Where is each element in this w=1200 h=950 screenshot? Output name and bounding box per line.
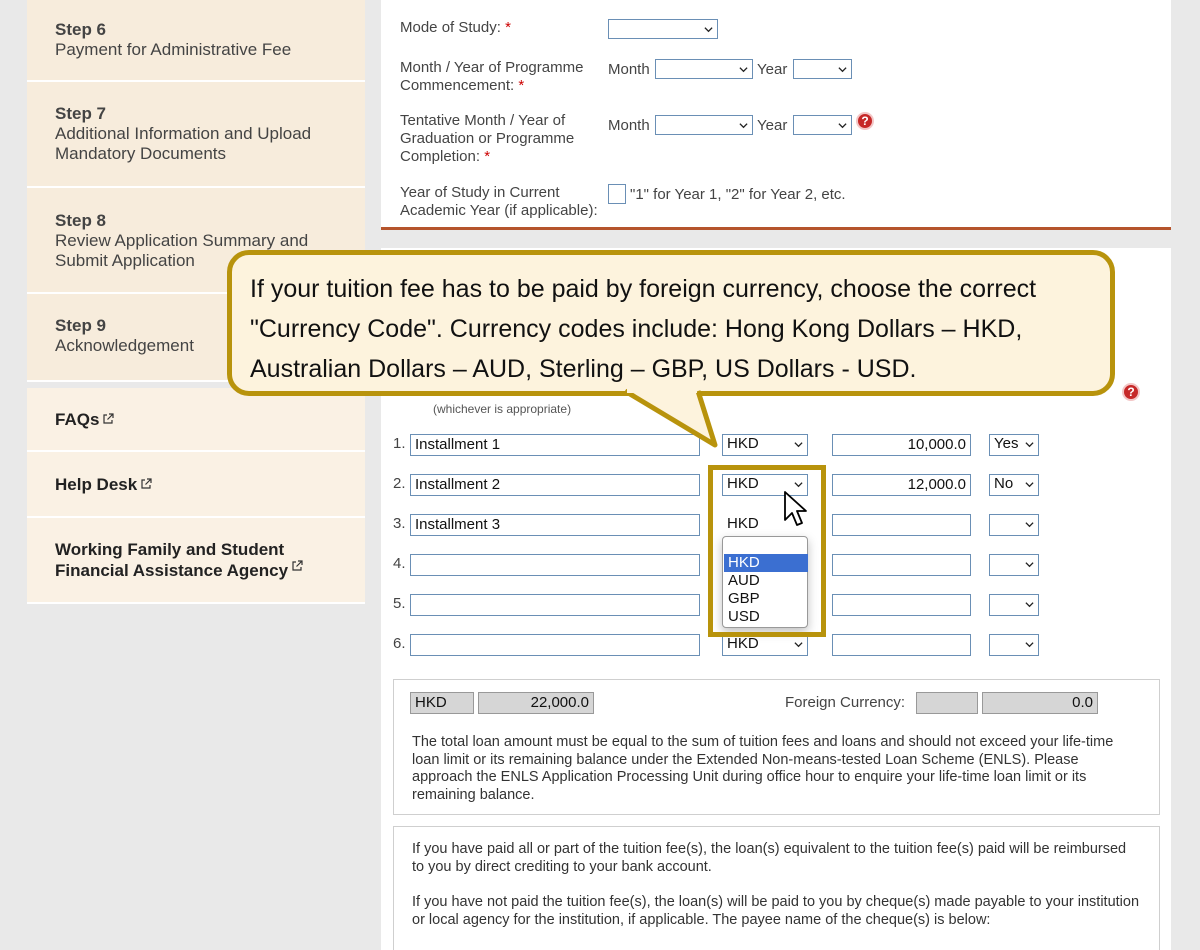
loan-limit-note: The total loan amount must be equal to t… (412, 734, 1114, 803)
foreign-currency-field (916, 692, 978, 714)
installment-name-input[interactable] (410, 554, 700, 576)
paid-select[interactable] (989, 554, 1039, 576)
faqs-link[interactable]: FAQs (27, 388, 365, 452)
installment-name-input[interactable]: Installment 2 (410, 474, 700, 496)
instruction-callout: If your tuition fee has to be paid by fo… (227, 250, 1115, 396)
chevron-down-icon (1025, 562, 1034, 568)
appropriate-note: (whichever is appropriate) (433, 402, 572, 416)
foreign-currency-label: Foreign Currency: (785, 694, 906, 711)
paid-select[interactable]: No (989, 474, 1039, 496)
row-number: 6. (393, 635, 406, 652)
callout-pointer (623, 385, 718, 448)
callout-text: If your tuition fee has to be paid by fo… (250, 275, 1037, 383)
paid-select[interactable] (989, 594, 1039, 616)
chevron-down-icon (1025, 442, 1034, 448)
wfsfaa-link[interactable]: Working Family and Student Financial Ass… (27, 518, 365, 604)
amount-input[interactable] (832, 634, 971, 656)
commencement-label: Month / Year of Programme Commencement: … (400, 59, 584, 94)
chevron-down-icon (1025, 642, 1034, 648)
external-link-icon (103, 413, 115, 424)
currency-select[interactable]: HKD (722, 434, 808, 456)
year-label: Year (757, 117, 788, 134)
mouse-cursor-icon (784, 491, 807, 526)
installment-name-input[interactable] (410, 634, 700, 656)
graduation-year-select[interactable] (793, 115, 852, 135)
total-amount-field: 22,000.0 (478, 692, 594, 714)
chevron-down-icon (794, 642, 803, 648)
amount-input[interactable]: 12,000.0 (832, 474, 971, 496)
month-label: Month (608, 61, 650, 78)
row-number: 3. (393, 515, 406, 532)
chevron-down-icon (704, 27, 713, 33)
amount-input[interactable] (832, 594, 971, 616)
amount-input[interactable] (832, 554, 971, 576)
chevron-down-icon (739, 123, 748, 129)
chevron-down-icon (1025, 522, 1034, 528)
commencement-month-select[interactable] (655, 59, 753, 79)
year-of-study-label: Year of Study in Current Academic Year (… (400, 184, 598, 219)
mode-of-study-label: Mode of Study: * (400, 19, 511, 36)
chevron-down-icon (1025, 602, 1034, 608)
month-label: Month (608, 117, 650, 134)
year-label: Year (757, 61, 788, 78)
wfsfaa-label: Working Family and Student Financial Ass… (55, 539, 305, 581)
commencement-year-select[interactable] (793, 59, 852, 79)
external-link-icon (292, 560, 303, 571)
graduation-month-select[interactable] (655, 115, 753, 135)
mode-of-study-select[interactable] (608, 19, 718, 39)
currency-select[interactable]: HKD (722, 634, 808, 656)
installment-name-input[interactable]: Installment 3 (410, 514, 700, 536)
step-desc: Payment for Administrative Fee (55, 40, 292, 59)
year-of-study-input[interactable] (608, 184, 626, 204)
paid-select[interactable] (989, 514, 1039, 536)
reimbursement-note: If you have paid all or part of the tuit… (412, 841, 1127, 875)
installment-name-input[interactable] (410, 594, 700, 616)
chevron-down-icon (739, 67, 748, 73)
external-link-icon (141, 478, 152, 489)
total-currency-field: HKD (410, 692, 474, 714)
sidebar-step-6[interactable]: Step 6 Payment for Administrative Fee (27, 0, 365, 82)
chevron-down-icon (838, 67, 847, 73)
row-number: 2. (393, 475, 406, 492)
paid-select[interactable]: Yes (989, 434, 1039, 456)
chevron-down-icon (794, 442, 803, 448)
foreign-amount-field: 0.0 (982, 692, 1098, 714)
step-desc: Additional Information and Upload Mandat… (55, 124, 312, 163)
sidebar-step-7[interactable]: Step 7 Additional Information and Upload… (27, 82, 365, 188)
help-icon[interactable]: ? (856, 112, 874, 130)
year-of-study-hint: "1" for Year 1, "2" for Year 2, etc. (630, 186, 846, 203)
help-desk-link[interactable]: Help Desk (27, 452, 365, 518)
cheque-note: If you have not paid the tuition fee(s),… (412, 894, 1140, 928)
step-title: Step 7 (55, 104, 107, 123)
chevron-down-icon (838, 123, 847, 129)
faqs-label: FAQs (55, 409, 100, 429)
row-number: 5. (393, 595, 406, 612)
paid-select[interactable] (989, 634, 1039, 656)
row-number: 1. (393, 435, 406, 452)
chevron-down-icon (1025, 482, 1034, 488)
amount-input[interactable] (832, 514, 971, 536)
row-number: 4. (393, 555, 406, 572)
graduation-label: Tentative Month / Year of Graduation or … (400, 112, 575, 165)
step-title: Step 8 (55, 211, 107, 230)
help-desk-label: Help Desk (55, 474, 138, 494)
help-icon[interactable]: ? (1122, 383, 1140, 401)
step-title: Step 6 (55, 20, 107, 39)
amount-input[interactable]: 10,000.0 (832, 434, 971, 456)
